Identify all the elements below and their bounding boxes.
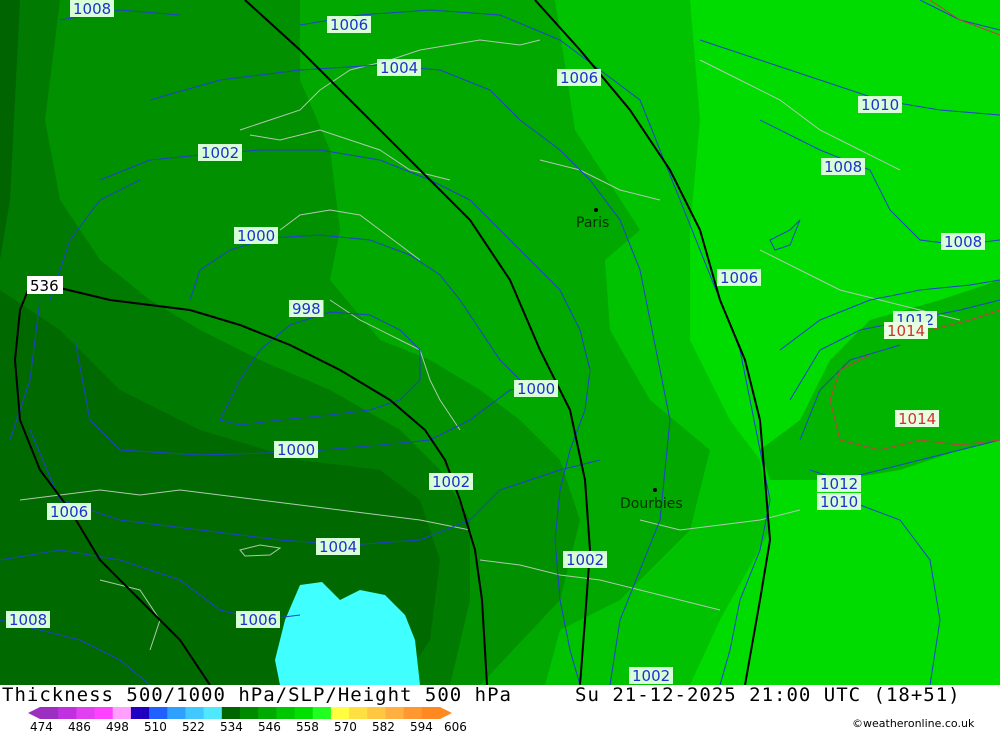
isobar-label: 1002	[629, 667, 673, 685]
isobar-label: 1010	[817, 493, 861, 511]
legend-swatch	[421, 707, 441, 719]
isobar-label: 1006	[327, 16, 371, 34]
legend-tick-label: 570	[334, 720, 357, 734]
map-datetime: Su 21-12-2025 21:00 UTC (18+51)	[575, 684, 961, 706]
isobar-value: 1008	[73, 0, 111, 18]
legend-arrow-left	[28, 707, 40, 719]
paris-label: Paris	[576, 215, 609, 231]
legend-tick-label: 498	[106, 720, 129, 734]
legend-swatch	[40, 707, 59, 719]
isobar-value: 1002	[201, 144, 239, 162]
isobar-value: 1002	[432, 473, 470, 491]
isobar-value: 1010	[820, 493, 858, 511]
legend-swatch	[276, 707, 296, 719]
legend-swatch	[149, 707, 168, 719]
isobar-value: 1000	[517, 380, 555, 398]
legend-swatch	[349, 707, 368, 719]
isobar-value: 1014	[887, 322, 925, 340]
isobar-label: 1006	[557, 69, 601, 87]
legend-tick-label: 534	[220, 720, 243, 734]
isobar-label: 1002	[198, 144, 242, 162]
legend-tick-label: 558	[296, 720, 319, 734]
isobar-value: 1004	[319, 538, 357, 556]
credit-text: ©weatheronline.co.uk	[852, 717, 975, 730]
legend-tick-label: 546	[258, 720, 281, 734]
map-footer: Thickness 500/1000 hPa/SLP/Height 500 hP…	[0, 684, 1000, 734]
isobar-value: 1006	[239, 611, 277, 629]
isobar-label: 1014	[884, 322, 928, 340]
legend-tick-label: 474	[30, 720, 53, 734]
isobar-label: 1010	[858, 96, 902, 114]
legend-ticks: 474 486 498 510 522 534 546 558 570 582 594 606	[30, 720, 510, 734]
legend-swatch	[167, 707, 186, 719]
legend-swatch	[203, 707, 223, 719]
isobar-value: 1014	[898, 410, 936, 428]
legend-tick-label: 486	[68, 720, 91, 734]
isobar-value: 1004	[380, 59, 418, 77]
isobar-value: 1006	[720, 269, 758, 287]
isobar-label: 1008	[6, 611, 50, 629]
legend-swatch	[367, 707, 386, 719]
isobar-value: 1010	[861, 96, 899, 114]
isobar-label: 1006	[236, 611, 280, 629]
dourbies-dot	[653, 488, 657, 492]
thickness-label-box: 536	[27, 276, 63, 295]
legend-swatch	[330, 707, 350, 719]
isobar-value: 998	[292, 300, 321, 318]
legend-swatch	[112, 707, 132, 719]
isobar-label: 1014	[895, 410, 939, 428]
isobar-value: 1000	[237, 227, 275, 245]
isobar-value: 1012	[820, 475, 858, 493]
legend-swatch	[58, 707, 77, 719]
isobar-label: 1008	[941, 233, 985, 251]
isobar-label: 1006	[47, 503, 91, 521]
map-title: Thickness 500/1000 hPa/SLP/Height 500 hP…	[2, 684, 512, 706]
isobar-label: 1000	[234, 227, 278, 245]
weather-map: Paris Dourbies 1008 1006 1004 1006 1010 1002 1…	[0, 0, 1000, 686]
legend-tick-label: 510	[144, 720, 167, 734]
isobar-label: 1008	[70, 0, 114, 18]
thickness-label: 536	[30, 277, 59, 295]
isobar-value: 1008	[9, 611, 47, 629]
isobar-label: 1000	[514, 380, 558, 398]
legend-swatch	[385, 707, 405, 719]
isobar-value: 1008	[824, 158, 862, 176]
map-canvas: Paris Dourbies 1008 1006 1004 1006 1010 1002 1…	[0, 0, 1000, 686]
paris-dot	[594, 208, 598, 212]
legend-swatch	[76, 707, 96, 719]
legend-swatch	[185, 707, 205, 719]
isobar-label: 1012	[817, 475, 861, 493]
legend-swatch	[240, 707, 259, 719]
isobar-label: 1002	[429, 473, 473, 491]
legend-tick-label: 582	[372, 720, 395, 734]
legend-swatch	[94, 707, 114, 719]
legend-swatch	[258, 707, 277, 719]
legend-tick-label: 522	[182, 720, 205, 734]
legend-swatch	[403, 707, 423, 719]
legend-arrow-right	[440, 707, 452, 719]
isobar-label: 1000	[274, 441, 318, 459]
isobar-label: 1004	[377, 59, 421, 77]
legend-tick-label: 606	[444, 720, 467, 734]
color-legend	[28, 707, 452, 719]
dourbies-label: Dourbies	[620, 496, 683, 512]
isobar-value: 1006	[560, 69, 598, 87]
isobar-label: 1006	[717, 269, 761, 287]
legend-swatch	[312, 707, 332, 719]
isobar-label: 1008	[821, 158, 865, 176]
isobar-value: 1008	[944, 233, 982, 251]
legend-swatch	[294, 707, 314, 719]
isobar-label: 1004	[316, 538, 360, 556]
isobar-value: 1006	[50, 503, 88, 521]
isobar-label: 1002	[563, 551, 607, 569]
legend-swatch	[221, 707, 241, 719]
legend-swatch	[130, 707, 150, 719]
isobar-value: 1000	[277, 441, 315, 459]
isobar-label: 998	[289, 300, 324, 318]
legend-tick-label: 594	[410, 720, 433, 734]
isobar-value: 1006	[330, 16, 368, 34]
isobar-value: 1002	[566, 551, 604, 569]
isobar-value: 1002	[632, 667, 670, 685]
